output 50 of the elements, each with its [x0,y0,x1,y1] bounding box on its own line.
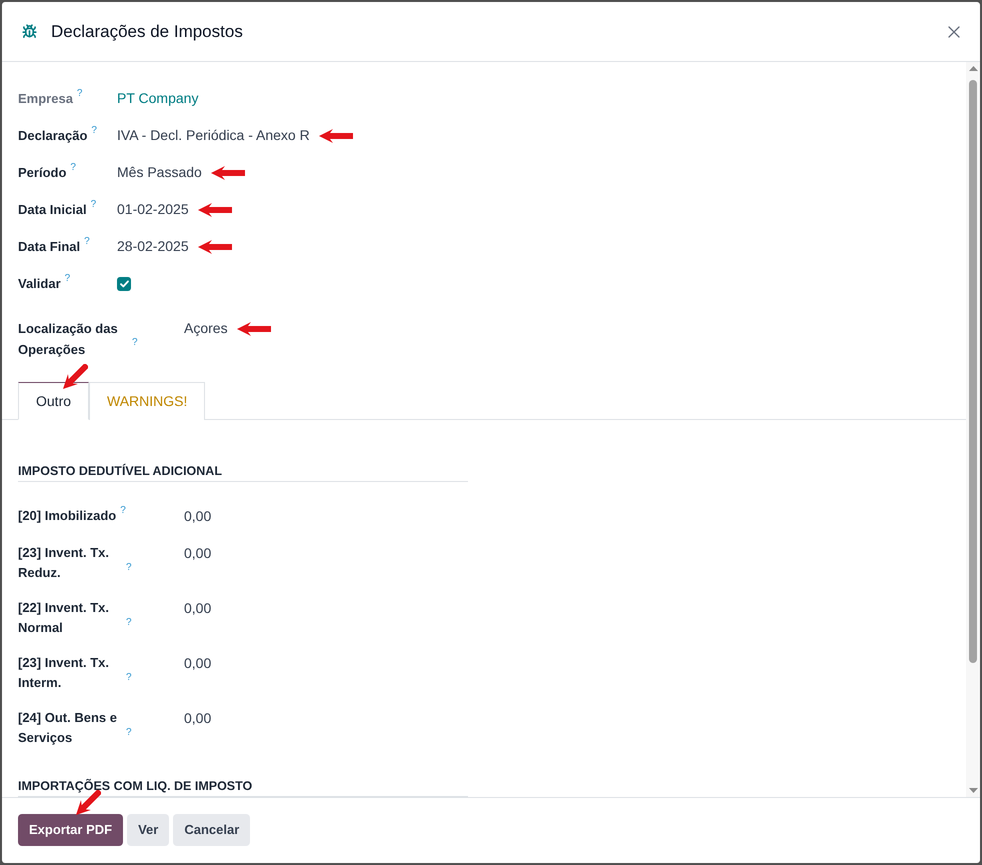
help-tooltip-mark[interactable]: ? [126,728,132,738]
field-label: [24] Out. Bens e Serviços [18,708,118,747]
field-label: [23] Invent. Tx. Reduz. [18,544,110,582]
field-value: 0,00 [184,654,212,672]
section-heading: IMPORTAÇÕES COM LIQ. DE IMPOSTO [18,778,252,795]
field-label: Declaração [18,127,88,145]
field-value: IVA - Decl. Periódica - Anexo R [117,126,310,145]
secondary-button[interactable]: Cancelar [173,814,250,846]
help-tooltip-mark[interactable]: ? [126,562,132,572]
export-pdf-button[interactable]: Exportar PDF [18,814,124,846]
field-value: 0,00 [184,544,212,562]
help-tooltip-mark[interactable]: ? [120,506,126,516]
bug-icon [22,24,37,39]
help-tooltip-mark[interactable]: ? [64,274,70,284]
field-label: [23] Invent. Tx. Interm. [18,654,110,692]
field-label: [20] Imobilizado [18,506,116,525]
tab[interactable]: WARNINGS! [89,382,206,420]
field-value: 28-02-2025 [117,237,189,256]
scroll-up-icon[interactable] [968,66,978,71]
help-tooltip-mark[interactable]: ? [90,200,96,210]
help-tooltip-mark[interactable]: ? [126,672,132,682]
help-tooltip-mark[interactable]: ? [132,338,138,348]
scrollbar-thumb[interactable] [969,80,977,663]
help-tooltip-mark[interactable]: ? [84,237,90,247]
field-value: 0,00 [184,598,212,618]
field-label: Data Final [18,238,80,256]
field-value: Mês Passado [117,163,202,182]
help-tooltip-mark[interactable]: ? [70,163,76,173]
secondary-button[interactable]: Ver [127,814,170,846]
help-tooltip-mark[interactable]: ? [76,89,82,99]
tab[interactable]: Outro [18,382,90,420]
field-value-link[interactable]: PT Company [117,88,198,109]
scroll-down-icon[interactable] [968,788,978,793]
field-value: 0,00 [184,506,212,526]
field-value: 0,00 [184,708,212,728]
checkbox[interactable] [117,276,131,290]
scrollbar-track[interactable] [966,62,980,797]
field-label: Data Inicial [18,201,87,219]
field-value: 01-02-2025 [117,200,189,219]
field-label: Localização das Operações [18,320,119,359]
field-label: Empresa [18,90,73,108]
field-label: Validar [18,275,61,293]
help-tooltip-mark[interactable]: ? [91,126,97,136]
section-heading: IMPOSTO DEDUTÍVEL ADICIONAL [18,462,222,480]
field-label: [22] Invent. Tx. Normal [18,598,110,636]
field-label: Período [18,164,66,182]
dialog-title: Declarações de Impostos [51,20,243,43]
help-tooltip-mark[interactable]: ? [126,618,132,628]
field-value: Açores [184,319,228,338]
checkmark-icon [120,280,128,288]
